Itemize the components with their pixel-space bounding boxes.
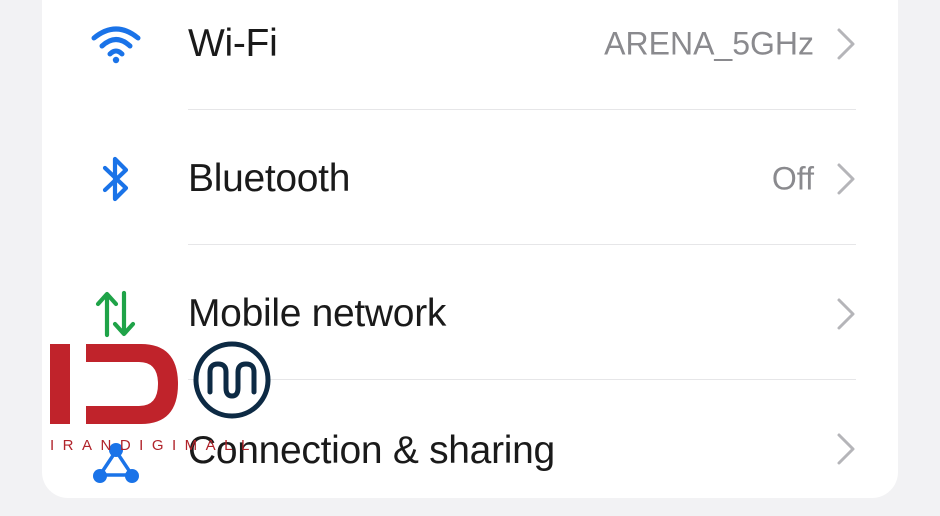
bluetooth-row[interactable]: Bluetooth Off — [42, 111, 898, 246]
wifi-label: Wi-Fi — [188, 21, 278, 65]
chevron-right-icon — [837, 163, 855, 194]
bluetooth-value: Off — [771, 160, 814, 196]
chevron-right-icon — [837, 298, 855, 329]
wifi-icon — [90, 18, 142, 70]
irandigimall-wordmark: IRANDIGIMALL — [50, 437, 258, 454]
wifi-value: ARENA_5GHz — [604, 25, 814, 61]
row-divider — [188, 379, 856, 380]
chevron-right-icon — [837, 433, 855, 464]
chevron-right-icon — [837, 28, 855, 59]
row-divider — [188, 109, 856, 110]
mobile-data-arrows-icon — [90, 288, 142, 340]
mobile-network-label: Mobile network — [188, 291, 447, 335]
bluetooth-label: Bluetooth — [188, 156, 351, 200]
bluetooth-icon — [90, 153, 142, 205]
row-divider — [188, 244, 856, 245]
wifi-row[interactable]: Wi-Fi ARENA_5GHz — [42, 0, 898, 111]
